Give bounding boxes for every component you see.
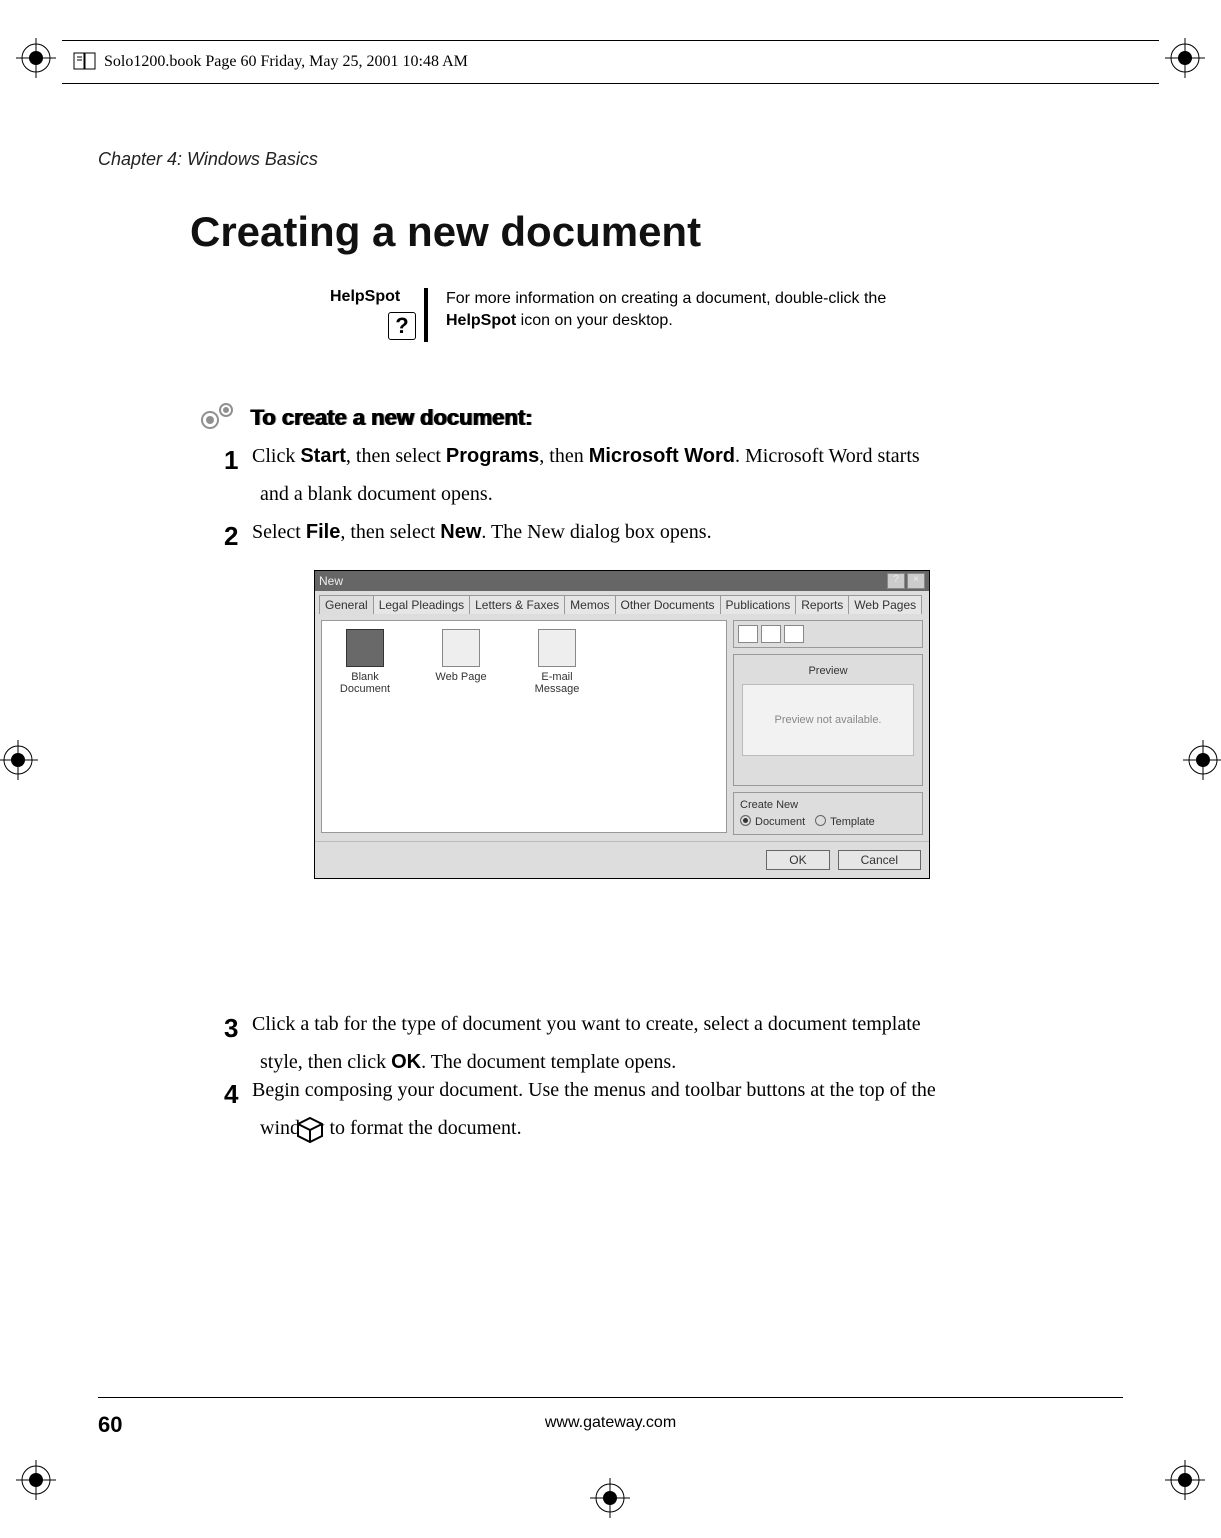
radio-document[interactable]: Document: [740, 815, 805, 828]
tab-letters-faxes[interactable]: Letters & Faxes: [469, 595, 565, 614]
dialog-titlebar: New ? ×: [315, 571, 929, 591]
text: . The document template opens.: [421, 1051, 676, 1073]
step-number: 2: [224, 518, 252, 556]
template-item[interactable]: Web Page: [430, 629, 492, 824]
preview-panel: Preview Preview not available.: [733, 654, 923, 786]
close-icon[interactable]: ×: [907, 573, 925, 589]
step-text: Begin composing your document. Use the m…: [252, 1079, 936, 1139]
template-label: Blank Document: [334, 671, 396, 695]
step-text: Click a tab for the type of document you…: [252, 1013, 921, 1073]
book-icon: [72, 49, 98, 75]
view-buttons-panel: [733, 620, 923, 648]
text: , then select: [346, 445, 446, 467]
dialog-title: New: [319, 574, 343, 588]
text: For more information on creating a docum…: [446, 290, 886, 307]
regmark-icon: [16, 38, 56, 78]
step-1: 1Click Start, then select Programs, then…: [260, 442, 940, 509]
procedure-heading: To create a new document:: [250, 405, 532, 431]
text: icon on your desktop.: [516, 312, 673, 329]
regmark-icon: [1165, 1460, 1205, 1500]
chapter-label: Chapter 4: Windows Basics: [98, 149, 318, 170]
step-number: 3: [224, 1010, 252, 1048]
tab-publications[interactable]: Publications: [720, 595, 797, 614]
print-header: Solo1200.book Page 60 Friday, May 25, 20…: [62, 40, 1159, 84]
page-heading: Creating a new document: [190, 208, 701, 256]
template-item[interactable]: E-mail Message: [526, 629, 588, 824]
regmark-icon: [16, 1460, 56, 1500]
cancel-button[interactable]: Cancel: [838, 850, 921, 870]
preview-text: Preview not available.: [742, 684, 914, 756]
template-icon: [346, 629, 384, 667]
text-bold: HelpSpot: [446, 312, 516, 329]
step-text: Click Start, then select Programs, then …: [252, 445, 920, 505]
tab-reports[interactable]: Reports: [795, 595, 849, 614]
template-item[interactable]: Blank Document: [334, 629, 396, 824]
helpspot-description: For more information on creating a docum…: [446, 288, 906, 331]
bold-term: File: [306, 521, 340, 543]
question-icon: ?: [388, 312, 416, 340]
tab-web-pages[interactable]: Web Pages: [848, 595, 922, 614]
radio-template[interactable]: Template: [815, 815, 875, 828]
step-number: 4: [224, 1076, 252, 1114]
step-2: 2Select File, then select New. The New d…: [260, 518, 940, 556]
template-icon: [538, 629, 576, 667]
bold-term: OK: [391, 1051, 421, 1073]
tab-general[interactable]: General: [319, 595, 374, 614]
bold-term: New: [440, 521, 481, 543]
list-icon[interactable]: [761, 625, 781, 643]
text: . The New dialog box opens.: [481, 521, 711, 543]
step-number: 1: [224, 442, 252, 480]
footer-rule: [98, 1397, 1123, 1398]
tab-legal-pleadings[interactable]: Legal Pleadings: [373, 595, 470, 614]
tab-other-documents[interactable]: Other Documents: [615, 595, 721, 614]
step-3: 3Click a tab for the type of document yo…: [260, 1010, 940, 1077]
footer-url: www.gateway.com: [0, 1414, 1221, 1432]
divider: [424, 288, 428, 342]
bold-term: Programs: [446, 445, 539, 467]
bold-term: Start: [300, 445, 346, 467]
ok-button[interactable]: OK: [766, 850, 829, 870]
text: , then select: [340, 521, 440, 543]
regmark-icon: [590, 1478, 630, 1518]
help-icon[interactable]: ?: [887, 573, 905, 589]
gears-icon: [196, 396, 238, 438]
large-icons-icon[interactable]: [738, 625, 758, 643]
template-label: E-mail Message: [526, 671, 588, 695]
dialog-tabs: GeneralLegal PleadingsLetters & FaxesMem…: [315, 591, 929, 614]
text: Begin composing your document. Use the m…: [252, 1079, 936, 1139]
header-text: Solo1200.book Page 60 Friday, May 25, 20…: [104, 53, 468, 71]
text: Click: [252, 445, 300, 467]
tab-memos[interactable]: Memos: [564, 595, 615, 614]
create-new-panel: Create New Document Template: [733, 792, 923, 835]
helpspot-label: HelpSpot: [330, 288, 420, 306]
regmark-icon: [1183, 740, 1221, 780]
new-dialog: New ? × GeneralLegal PleadingsLetters & …: [314, 570, 930, 879]
details-icon[interactable]: [784, 625, 804, 643]
step-text: Select File, then select New. The New di…: [252, 521, 712, 543]
template-label: Web Page: [435, 671, 486, 683]
text: Select: [252, 521, 306, 543]
create-new-label: Create New: [740, 799, 916, 811]
templates-pane: Blank Document Web Page E-mail Message: [321, 620, 727, 833]
regmark-icon: [0, 740, 38, 780]
template-icon: [442, 629, 480, 667]
bold-term: Microsoft Word: [589, 445, 735, 467]
text: , then: [539, 445, 588, 467]
step-4: 4Begin composing your document. Use the …: [260, 1076, 940, 1143]
end-of-procedure-icon: [296, 1116, 324, 1149]
preview-label: Preview: [808, 665, 847, 677]
helpspot-block: HelpSpot ? For more information on creat…: [330, 288, 906, 342]
regmark-icon: [1165, 38, 1205, 78]
